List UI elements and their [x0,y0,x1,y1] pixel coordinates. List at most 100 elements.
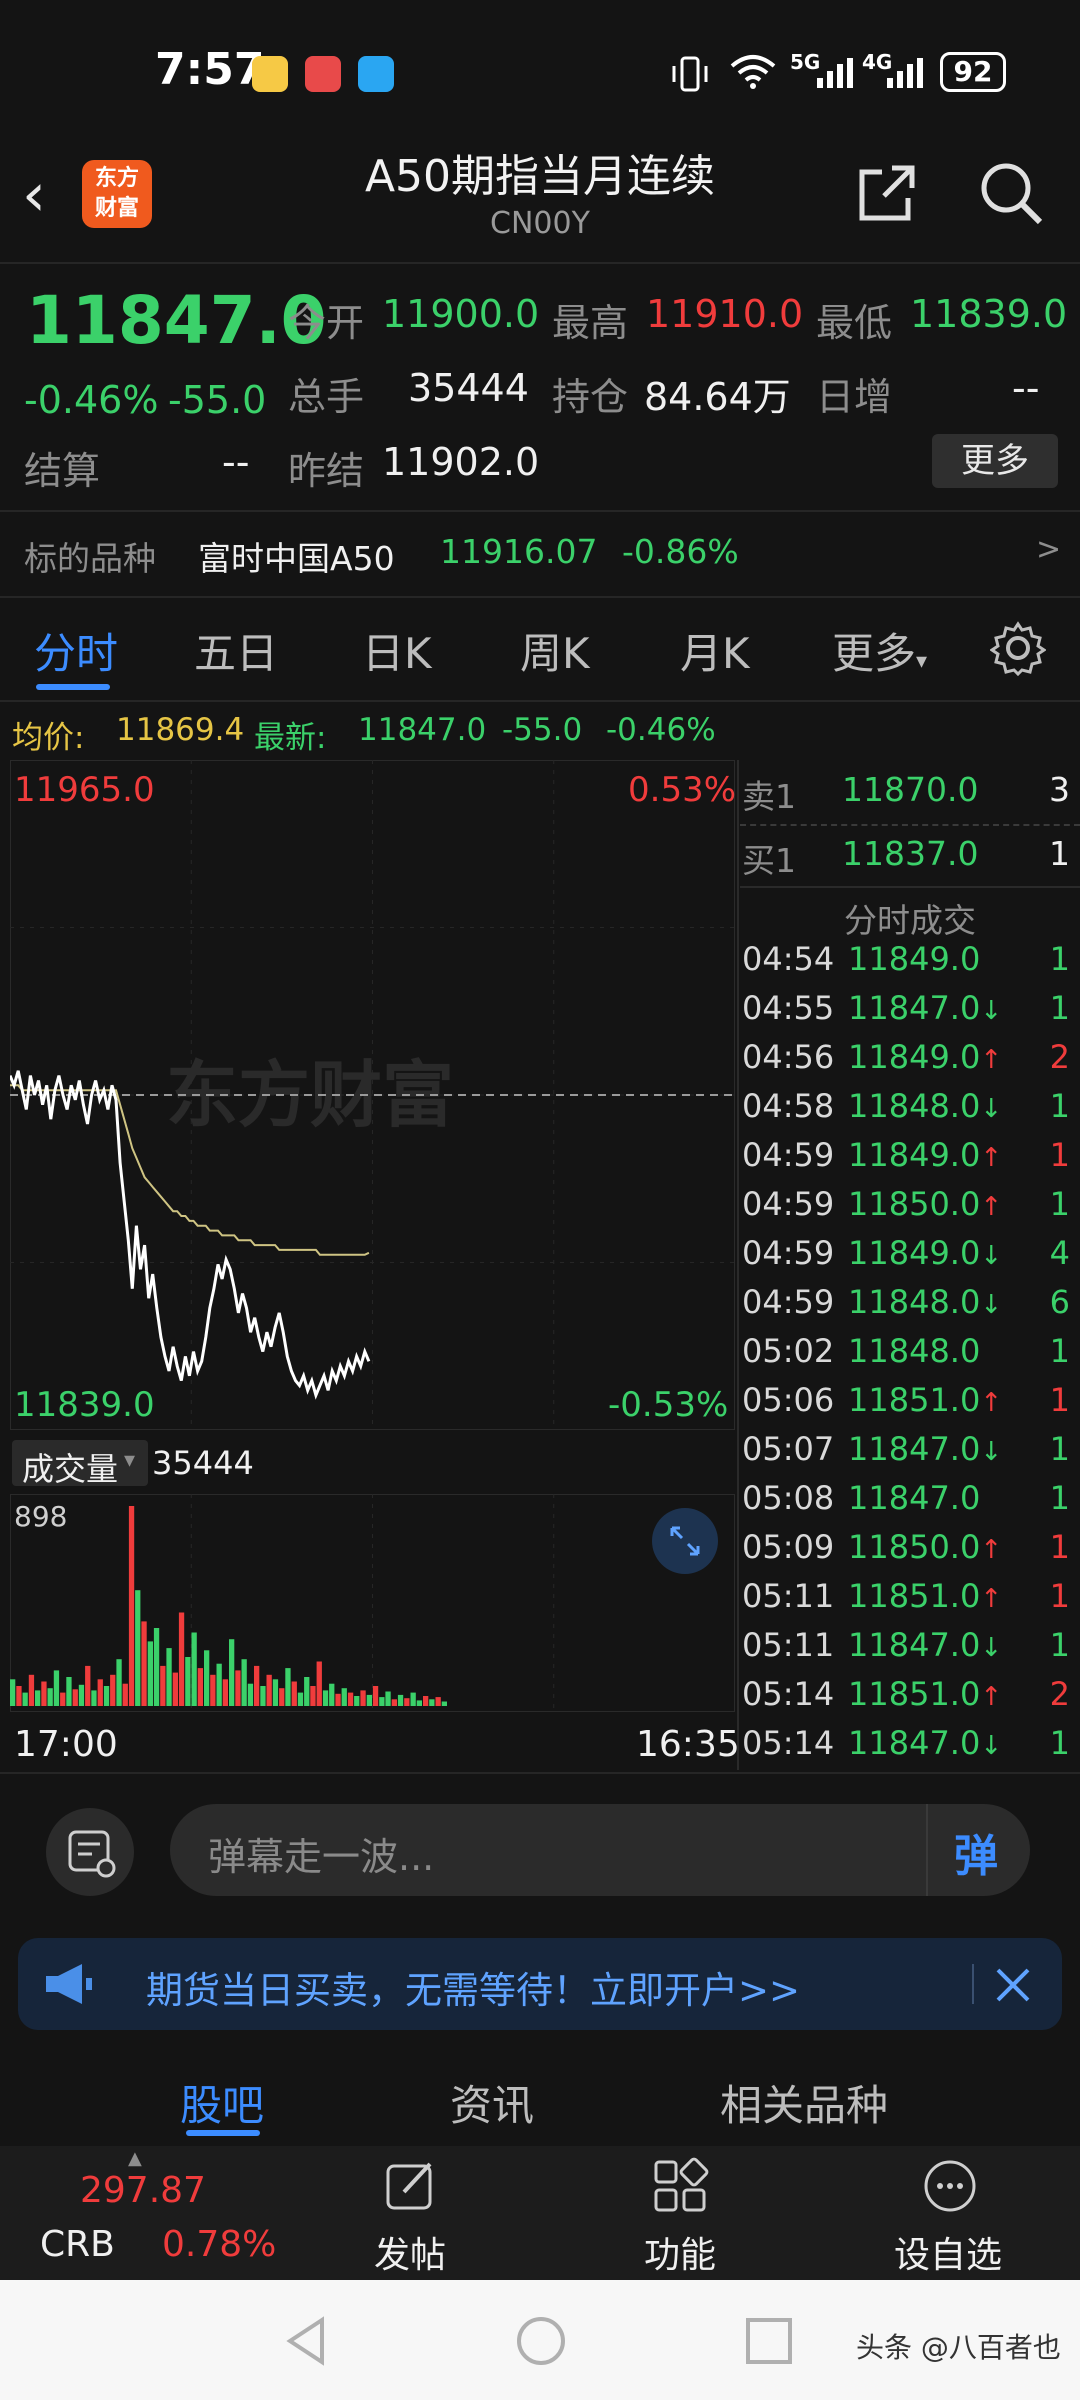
volume-bar [122,1683,128,1706]
tick-row: 04:58 11848.0↓ 1 [740,1087,1080,1136]
tick-row: 04:54 11849.0 1 [740,940,1080,989]
tick-time: 04:59 [742,1283,835,1321]
y-max-label: 11965.0 [14,770,155,810]
volume-bar [316,1661,322,1706]
more-button[interactable]: 更多 [932,434,1058,488]
nav-functions[interactable]: 功能 [620,2146,740,2280]
tick-price: 11847.0 [848,1479,981,1517]
index-ticker[interactable]: ▲ 297.87 CRB 0.78% [0,2146,276,2280]
tab-more-label: 更多 [832,629,917,678]
volume-chart [10,1494,735,1712]
danmu-settings-icon [68,1830,116,1878]
tab-more[interactable]: 更多▾ [832,620,927,681]
credit-watermark: 头条 @八百者也 [856,2331,1061,2364]
nav-home-icon[interactable] [514,2314,568,2368]
megaphone-icon [46,1964,92,2004]
volume-bar [147,1641,153,1706]
intraday-price-chart[interactable]: 东方财富 [10,760,735,1430]
pct-min-label: -0.53% [608,1385,729,1425]
volume-bar [254,1665,260,1706]
volume-bar [416,1700,422,1706]
volume-bar [128,1506,135,1706]
tab-weekly-k[interactable]: 周K [520,620,590,681]
avg-label: 均价: [12,720,85,756]
latest-change: -55.0 [502,712,583,748]
volume-bar [404,1698,410,1706]
underlying-divider [0,596,1080,598]
tick-price: 11847.0↓ [848,1626,1003,1664]
account-banner[interactable]: 期货当日买卖，无需等待！立即开户>> [18,1938,1062,2030]
tick-row: 04:59 11850.0↑ 1 [740,1185,1080,1234]
status-bar: 7:57 5G 4G 92 [0,0,1080,140]
volume-bar [191,1632,197,1706]
volume-bar [185,1657,191,1706]
tick-row: 05:14 11851.0↑ 2 [740,1675,1080,1724]
nav-back-icon[interactable] [282,2314,332,2368]
danmu-settings-button[interactable] [46,1808,134,1896]
tick-volume: 4 [1049,1234,1070,1272]
volume-bar [441,1701,447,1706]
signal-icon-2 [887,58,923,88]
tab-monthly-k[interactable]: 月K [680,620,750,681]
tick-row: 05:14 11847.0↓ 1 [740,1724,1080,1773]
tab-news[interactable]: 资讯 [450,2072,534,2133]
tick-volume: 1 [1049,1724,1070,1762]
nav-post-label: 发帖 [374,2235,447,2276]
tick-time: 04:59 [742,1136,835,1174]
arrow-up-icon: ↑ [980,1192,1003,1222]
danmu-send-button[interactable]: 弹 [954,1820,998,1884]
prev-settle-value: 11902.0 [382,440,540,484]
volume-bar [10,1679,16,1706]
volume-bar [35,1690,41,1706]
tab-intraday[interactable]: 分时 [34,620,118,681]
tab-related[interactable]: 相关品种 [720,2072,888,2133]
underlying-price: 11916.07 [440,532,598,571]
danmu-placeholder: 弹幕走一波... [208,1835,435,1879]
close-icon[interactable] [990,1962,1036,2008]
tick-time: 05:02 [742,1332,835,1370]
page-title: A50期指当月连续 [364,151,716,202]
tick-price: 11848.0 [848,1332,981,1370]
wifi-icon [730,55,776,89]
header-divider [0,262,1080,264]
volume-total: 35444 [152,1444,254,1482]
last-price: 11847.0 [26,282,327,359]
volume-selector[interactable]: 成交量 ▾ [12,1440,148,1488]
volume-bar [385,1691,391,1706]
nav-recents-icon[interactable] [742,2314,796,2368]
back-button[interactable]: ‹ [22,160,46,230]
tick-volume: 1 [1049,1479,1070,1517]
volume-label: 总手 [288,375,365,419]
prev-settle-label: 昨结 [288,449,365,493]
tab-five-day[interactable]: 五日 [194,620,278,681]
settle-value: -- [222,440,250,484]
danmu-input[interactable]: 弹幕走一波... 弹 [170,1804,1030,1896]
tick-time: 04:54 [742,940,835,978]
volume-bar [66,1677,72,1706]
settings-gear-icon[interactable] [990,620,1046,676]
volume-bar [153,1628,160,1706]
tick-volume: 1 [1049,1185,1070,1223]
volume-bar [85,1665,91,1706]
nav-post[interactable]: 发帖 [350,2146,470,2280]
tick-row: 05:06 11851.0↑ 1 [740,1381,1080,1430]
ask-price: 11870.0 [842,770,979,809]
tick-volume: 1 [1049,1136,1070,1174]
fullscreen-button[interactable] [652,1508,718,1574]
tick-row: 04:59 11848.0↓ 6 [740,1283,1080,1332]
tabs-divider [0,700,1080,702]
open-label: 今开 [288,301,365,345]
search-icon[interactable] [976,158,1046,228]
share-icon[interactable] [852,158,922,228]
nav-add-watchlist[interactable]: 设自选 [880,2146,1020,2280]
tick-price: 11848.0↓ [848,1283,1003,1321]
change-pct: -0.46% [24,378,159,422]
battery-icon: 92 [940,52,1006,92]
underlying-row[interactable]: 标的品种 富时中国A50 11916.07 -0.86% > [0,512,1080,596]
tab-forum[interactable]: 股吧 [180,2072,264,2133]
volume-bar [241,1659,247,1706]
tick-volume: 1 [1049,1577,1070,1615]
volume-bar [47,1688,53,1706]
volume-bar [72,1689,78,1706]
tab-daily-k[interactable]: 日K [362,620,432,681]
